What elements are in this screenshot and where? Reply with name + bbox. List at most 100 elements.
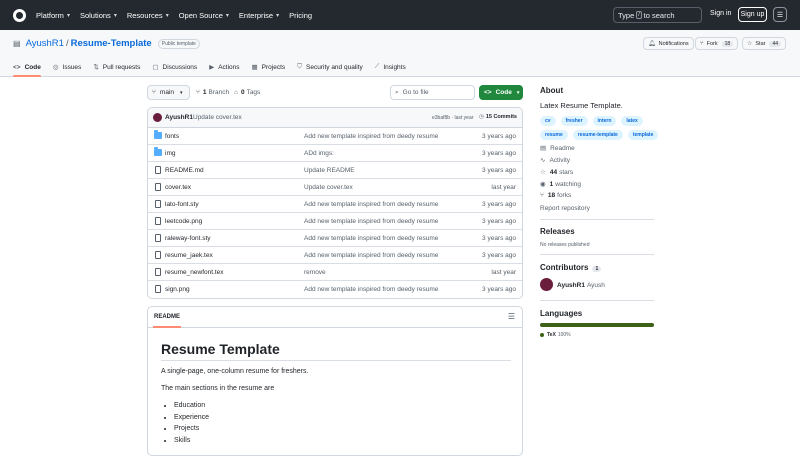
language-bar [540,323,654,327]
commit-author-link[interactable]: AyushR1 [165,114,193,121]
readme-link[interactable]: ▤ Readme [540,144,575,153]
table-row: img ADd imgs: 3 years ago [148,145,522,162]
file-name-link[interactable]: resume_newfont.tex [165,269,224,276]
tab-security[interactable]: ⛉ Security and quality [297,58,363,76]
graph-icon: ⟋ [374,63,380,70]
chevron-down-icon: ▾ [516,89,520,96]
tab-pull-requests[interactable]: ⇅ Pull requests [93,58,140,76]
commits-link[interactable]: ◷ 15 Commits [479,114,517,120]
tab-issues[interactable]: ◎ Issues [53,58,81,76]
tab-discussions[interactable]: ▢ Discussions [152,58,197,76]
watchers-link[interactable]: ◉ 1 watching [540,180,581,189]
menu-icon[interactable]: ☰ [773,7,787,22]
file-name-link[interactable]: README.md [165,167,204,174]
topic-tag[interactable]: latex [621,116,643,126]
file-commit-time: 3 years ago [482,201,516,208]
nav-open-source[interactable]: Open Source ▾ [179,11,229,20]
file-name-link[interactable]: sign.png [165,286,190,293]
report-repository-link[interactable]: Report repository [540,205,590,212]
readme-panel: README ☰ Resume Template A single-page, … [147,306,523,456]
file-name-link[interactable]: img [165,150,175,157]
topic-tag[interactable]: resume [540,130,568,140]
code-button[interactable]: <> Code ▾ [479,85,523,100]
file-commit-message-link[interactable]: Update README [304,167,355,174]
tab-projects[interactable]: ▦ Projects [252,58,286,76]
repo-icon: ▤ [13,39,21,48]
nav-platform[interactable]: Platform ▾ [36,11,70,20]
file-commit-time: 3 years ago [482,133,516,140]
global-header: Platform ▾ Solutions ▾ Resources ▾ Open Sou… [0,0,800,30]
topic-tag[interactable]: intern [592,116,617,126]
forks-link[interactable]: ⑂ 18 forks [540,192,571,199]
file-commit-message-link[interactable]: Add new template inspired from deedy res… [304,218,438,225]
star-icon: ☆ [540,169,546,176]
contributor-link[interactable]: AyushR1 Ayush [557,282,605,289]
search-input[interactable]: Type / to search [613,7,702,23]
branches-link[interactable]: ⑂ 1 Branch [196,89,229,96]
activity-link[interactable]: ∿ Activity [540,156,570,165]
repo-owner-link[interactable]: AyushR1 [26,38,64,49]
topic-tag[interactable]: fresher [560,116,588,126]
language-item[interactable]: TeX 100% [540,332,571,338]
divider [161,360,511,361]
list-item: Experience [174,414,209,426]
file-name-link[interactable]: fonts [165,133,179,140]
file-icon [155,217,161,225]
avatar[interactable] [540,278,553,291]
chevron-down-icon: ▾ [165,12,169,19]
file-commit-message-link[interactable]: Add new template inspired from deedy res… [304,286,438,293]
tags-link[interactable]: ⌂ 0 Tags [234,89,260,96]
about-description: Latex Resume Template. [540,101,623,110]
file-commit-message-link[interactable]: remove [304,269,326,276]
file-commit-message-link[interactable]: Add new template inspired from deedy res… [304,252,438,259]
global-nav: Platform ▾ Solutions ▾ Resources ▾ Open Sou… [36,0,322,30]
topic-tag[interactable]: resume-template [572,130,623,140]
file-commit-message-link[interactable]: Update cover.tex [304,184,353,191]
file-commit-message-link[interactable]: ADd imgs: [304,150,334,157]
file-name-link[interactable]: resume_jaek.tex [165,252,213,259]
file-commit-message-link[interactable]: Add new template inspired from deedy res… [304,235,438,242]
contributors-heading[interactable]: Contributors 1 [540,263,602,272]
nav-solutions[interactable]: Solutions ▾ [80,11,117,20]
topic-tag[interactable]: cv [540,116,556,126]
topic-tag[interactable]: template [627,130,659,140]
file-icon [155,285,161,293]
star-button[interactable]: ☆ Star 44 [742,37,787,50]
fork-button[interactable]: ⑂ Fork 18 [695,37,739,50]
tab-insights[interactable]: ⟋ Insights [375,58,406,76]
stars-link[interactable]: ☆ 44 stars [540,168,573,177]
commit-message-link[interactable]: Update cover.tex [193,114,242,121]
chevron-down-icon: ▾ [180,89,183,96]
github-logo-icon[interactable] [13,9,26,22]
file-icon [155,183,161,191]
file-commit-message-link[interactable]: Add new template inspired from deedy res… [304,133,438,140]
tab-actions[interactable]: ▶ Actions [209,58,239,76]
commit-meta[interactable]: e3baf8b · last year [432,115,473,121]
file-name-link[interactable]: leetcode.png [165,218,202,225]
sign-up-button[interactable]: Sign up [738,7,767,22]
notifications-button[interactable]: 🔔︎ Notifications [643,37,694,50]
tab-code[interactable]: <> Code [13,58,41,77]
topic-list: cv fresher intern latex resume resume-templat… [540,116,660,140]
releases-heading[interactable]: Releases [540,227,575,236]
avatar[interactable] [153,113,162,122]
file-name-link[interactable]: cover.tex [165,184,191,191]
file-commit-message-link[interactable]: Add new template inspired from deedy res… [304,201,438,208]
nav-resources[interactable]: Resources ▾ [127,11,169,20]
file-name-link[interactable]: raleway-font.sty [165,235,211,242]
outline-list-icon[interactable]: ☰ [508,312,515,321]
latest-commit-row: AyushR1 Update cover.tex e3baf8b · last … [148,108,522,128]
file-commit-time: 3 years ago [482,218,516,225]
file-icon [155,200,161,208]
go-to-file-input[interactable]: ⌕ Go to file [390,85,475,100]
repo-name-link[interactable]: Resume-Template [71,38,152,49]
folder-icon [154,147,162,156]
nav-enterprise[interactable]: Enterprise ▾ [239,11,279,20]
branch-select-button[interactable]: ⑂ main ▾ [147,85,190,100]
nav-pricing[interactable]: Pricing [289,11,312,20]
tab-readme[interactable]: README [152,314,182,328]
sign-in-link[interactable]: Sign in [710,10,731,17]
branch-icon: ⑂ [152,89,156,96]
discussion-icon: ▢ [152,64,159,71]
file-name-link[interactable]: lato-font.sty [165,201,199,208]
